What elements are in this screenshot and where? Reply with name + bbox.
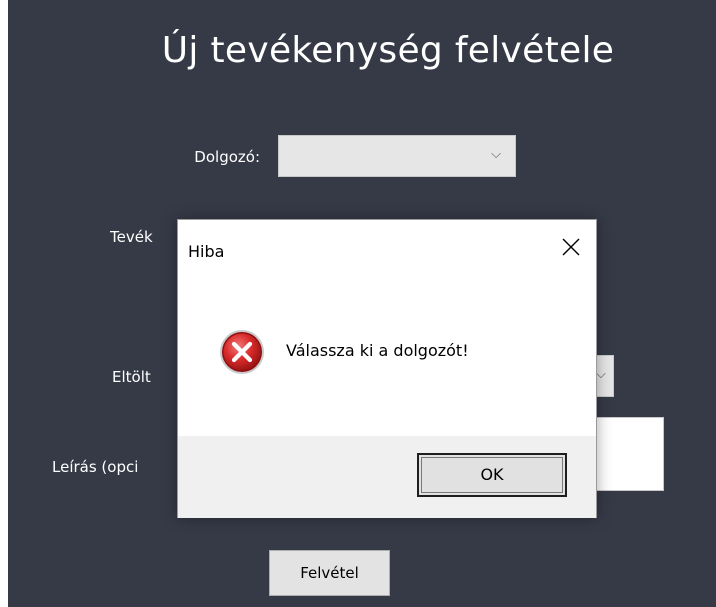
dolgozo-select[interactable]: ⌵ bbox=[278, 135, 516, 177]
eltoltott-ido-select[interactable]: ⌵ bbox=[596, 355, 614, 397]
focus-rectangle bbox=[421, 457, 563, 493]
eltoltott-ido-label: Eltölt bbox=[112, 368, 151, 386]
error-icon bbox=[220, 330, 264, 374]
close-icon bbox=[562, 238, 580, 256]
tevekenyseg-label: Tevék bbox=[110, 228, 153, 246]
error-dialog: Hiba Válassza ki a dolgozót! OK bbox=[177, 219, 597, 518]
ok-button[interactable]: OK bbox=[417, 453, 567, 497]
dialog-message: Válassza ki a dolgozót! bbox=[286, 341, 469, 360]
dolgozo-label: Dolgozó: bbox=[194, 148, 260, 166]
leiras-textarea[interactable] bbox=[596, 417, 664, 491]
dialog-footer: OK bbox=[178, 436, 596, 518]
dialog-body: Válassza ki a dolgozót! bbox=[178, 268, 596, 436]
chevron-down-icon: ⌵ bbox=[596, 367, 606, 382]
leiras-label: Leírás (opci bbox=[52, 458, 139, 476]
close-button[interactable] bbox=[556, 232, 586, 262]
chevron-down-icon: ⌵ bbox=[491, 147, 501, 162]
dialog-title: Hiba bbox=[188, 242, 225, 261]
form-title: Új tevékenység felvétele bbox=[161, 30, 615, 71]
felvetel-button[interactable]: Felvétel bbox=[269, 550, 390, 596]
